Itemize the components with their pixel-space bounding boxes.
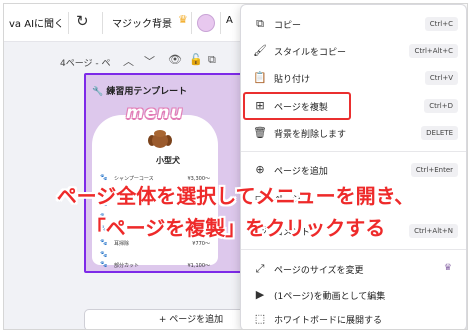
refresh-icon[interactable]: ↻ bbox=[76, 12, 89, 30]
shortcut-badge: Ctrl+V bbox=[424, 71, 458, 85]
menu-item-paste[interactable]: 📋 貼り付け Ctrl+V bbox=[241, 65, 466, 91]
text-tool-button[interactable]: A bbox=[226, 15, 233, 26]
trash-icon: 🗑 bbox=[253, 126, 267, 139]
instruction-caption-line-1: ページ全体を選択してメニューを開き、 bbox=[56, 184, 415, 208]
toolbar-divider bbox=[102, 12, 103, 34]
menu-item-copy-style[interactable]: 🖌 スタイルをコピー Ctrl+Alt+C bbox=[241, 38, 466, 64]
page-title[interactable]: 4ページ - ペ bbox=[60, 56, 111, 69]
add-page-icon: ⊕ bbox=[255, 163, 265, 176]
lock-icon[interactable]: 🔓 bbox=[189, 53, 203, 66]
video-icon: ▶ bbox=[255, 288, 265, 301]
template-title: 🔧 練習用テンプレート bbox=[92, 87, 188, 97]
chevron-down-icon[interactable]: ﹀ bbox=[144, 53, 155, 69]
color-swatch[interactable] bbox=[197, 14, 215, 32]
chevron-up-icon[interactable]: ︿ bbox=[123, 53, 134, 69]
menu-divider bbox=[241, 151, 466, 152]
selected-design-page[interactable]: 🔧 練習用テンプレート menu 小型犬 🐾 シャンプーコース ¥3,300〜 🐾… bbox=[84, 73, 246, 273]
ask-ai-button[interactable]: va AIに聞く bbox=[9, 15, 64, 30]
crown-icon: ♛ bbox=[443, 263, 452, 273]
dog-illustration bbox=[148, 130, 172, 150]
price-row: 🐾 bbox=[100, 251, 210, 260]
menu-item-expand-whiteboard[interactable]: ⬚ ホワイトボードに展開する bbox=[241, 306, 466, 329]
crown-icon: ♛ bbox=[178, 13, 188, 26]
price-row: 🐾 部分カット ¥1,100〜 bbox=[100, 261, 210, 269]
copy-icon[interactable]: ⧉ bbox=[208, 53, 216, 67]
toolbar-divider bbox=[68, 12, 69, 34]
screenshot-frame: va AIに聞く ↻ マジック背景 ♛ A 4ページ - ペ ︿ ﹀ 👁 🔓 ⧉… bbox=[3, 3, 468, 330]
resize-icon: ⤢ bbox=[255, 262, 265, 275]
whiteboard-icon: ⬚ bbox=[254, 312, 266, 325]
paw-icon: 🐾 bbox=[100, 261, 108, 268]
shortcut-badge: Ctrl+C bbox=[424, 17, 458, 31]
copy-icon: ⧉ bbox=[256, 17, 264, 30]
paint-roller-icon: 🖌 bbox=[253, 44, 267, 57]
highlight-box bbox=[243, 92, 351, 120]
context-menu: ⧉ コピー Ctrl+C 🖌 スタイルをコピー Ctrl+Alt+C 📋 貼り付… bbox=[240, 4, 467, 329]
magic-background-button[interactable]: マジック背景 bbox=[112, 15, 172, 30]
clipboard-icon: 📋 bbox=[253, 71, 267, 84]
instruction-caption-line-2: 「ページを複製」をクリックする bbox=[85, 216, 386, 240]
paw-icon: 🐾 bbox=[100, 251, 108, 258]
menu-item-remove-background[interactable]: 🗑 背景を削除します DELETE bbox=[241, 120, 466, 146]
eye-icon[interactable]: 👁 bbox=[168, 53, 182, 66]
small-dog-heading: 小型犬 bbox=[156, 156, 180, 165]
menu-item-edit-as-video[interactable]: ▶ (1ページ)を動画として編集 bbox=[241, 282, 466, 308]
menu-item-resize-page[interactable]: ⤢ ページのサイズを変更 ♛ bbox=[241, 256, 466, 282]
shortcut-badge: Ctrl+D bbox=[424, 99, 458, 113]
toolbar-divider bbox=[191, 12, 192, 34]
toolbar-divider bbox=[220, 12, 221, 34]
shortcut-badge: Ctrl+Enter bbox=[410, 163, 458, 177]
menu-item-copy[interactable]: ⧉ コピー Ctrl+C bbox=[241, 11, 466, 37]
menu-divider bbox=[241, 249, 466, 250]
shortcut-badge: Ctrl+Alt+C bbox=[409, 44, 458, 58]
menu-heading: menu bbox=[126, 103, 184, 123]
shortcut-badge: DELETE bbox=[421, 126, 458, 140]
